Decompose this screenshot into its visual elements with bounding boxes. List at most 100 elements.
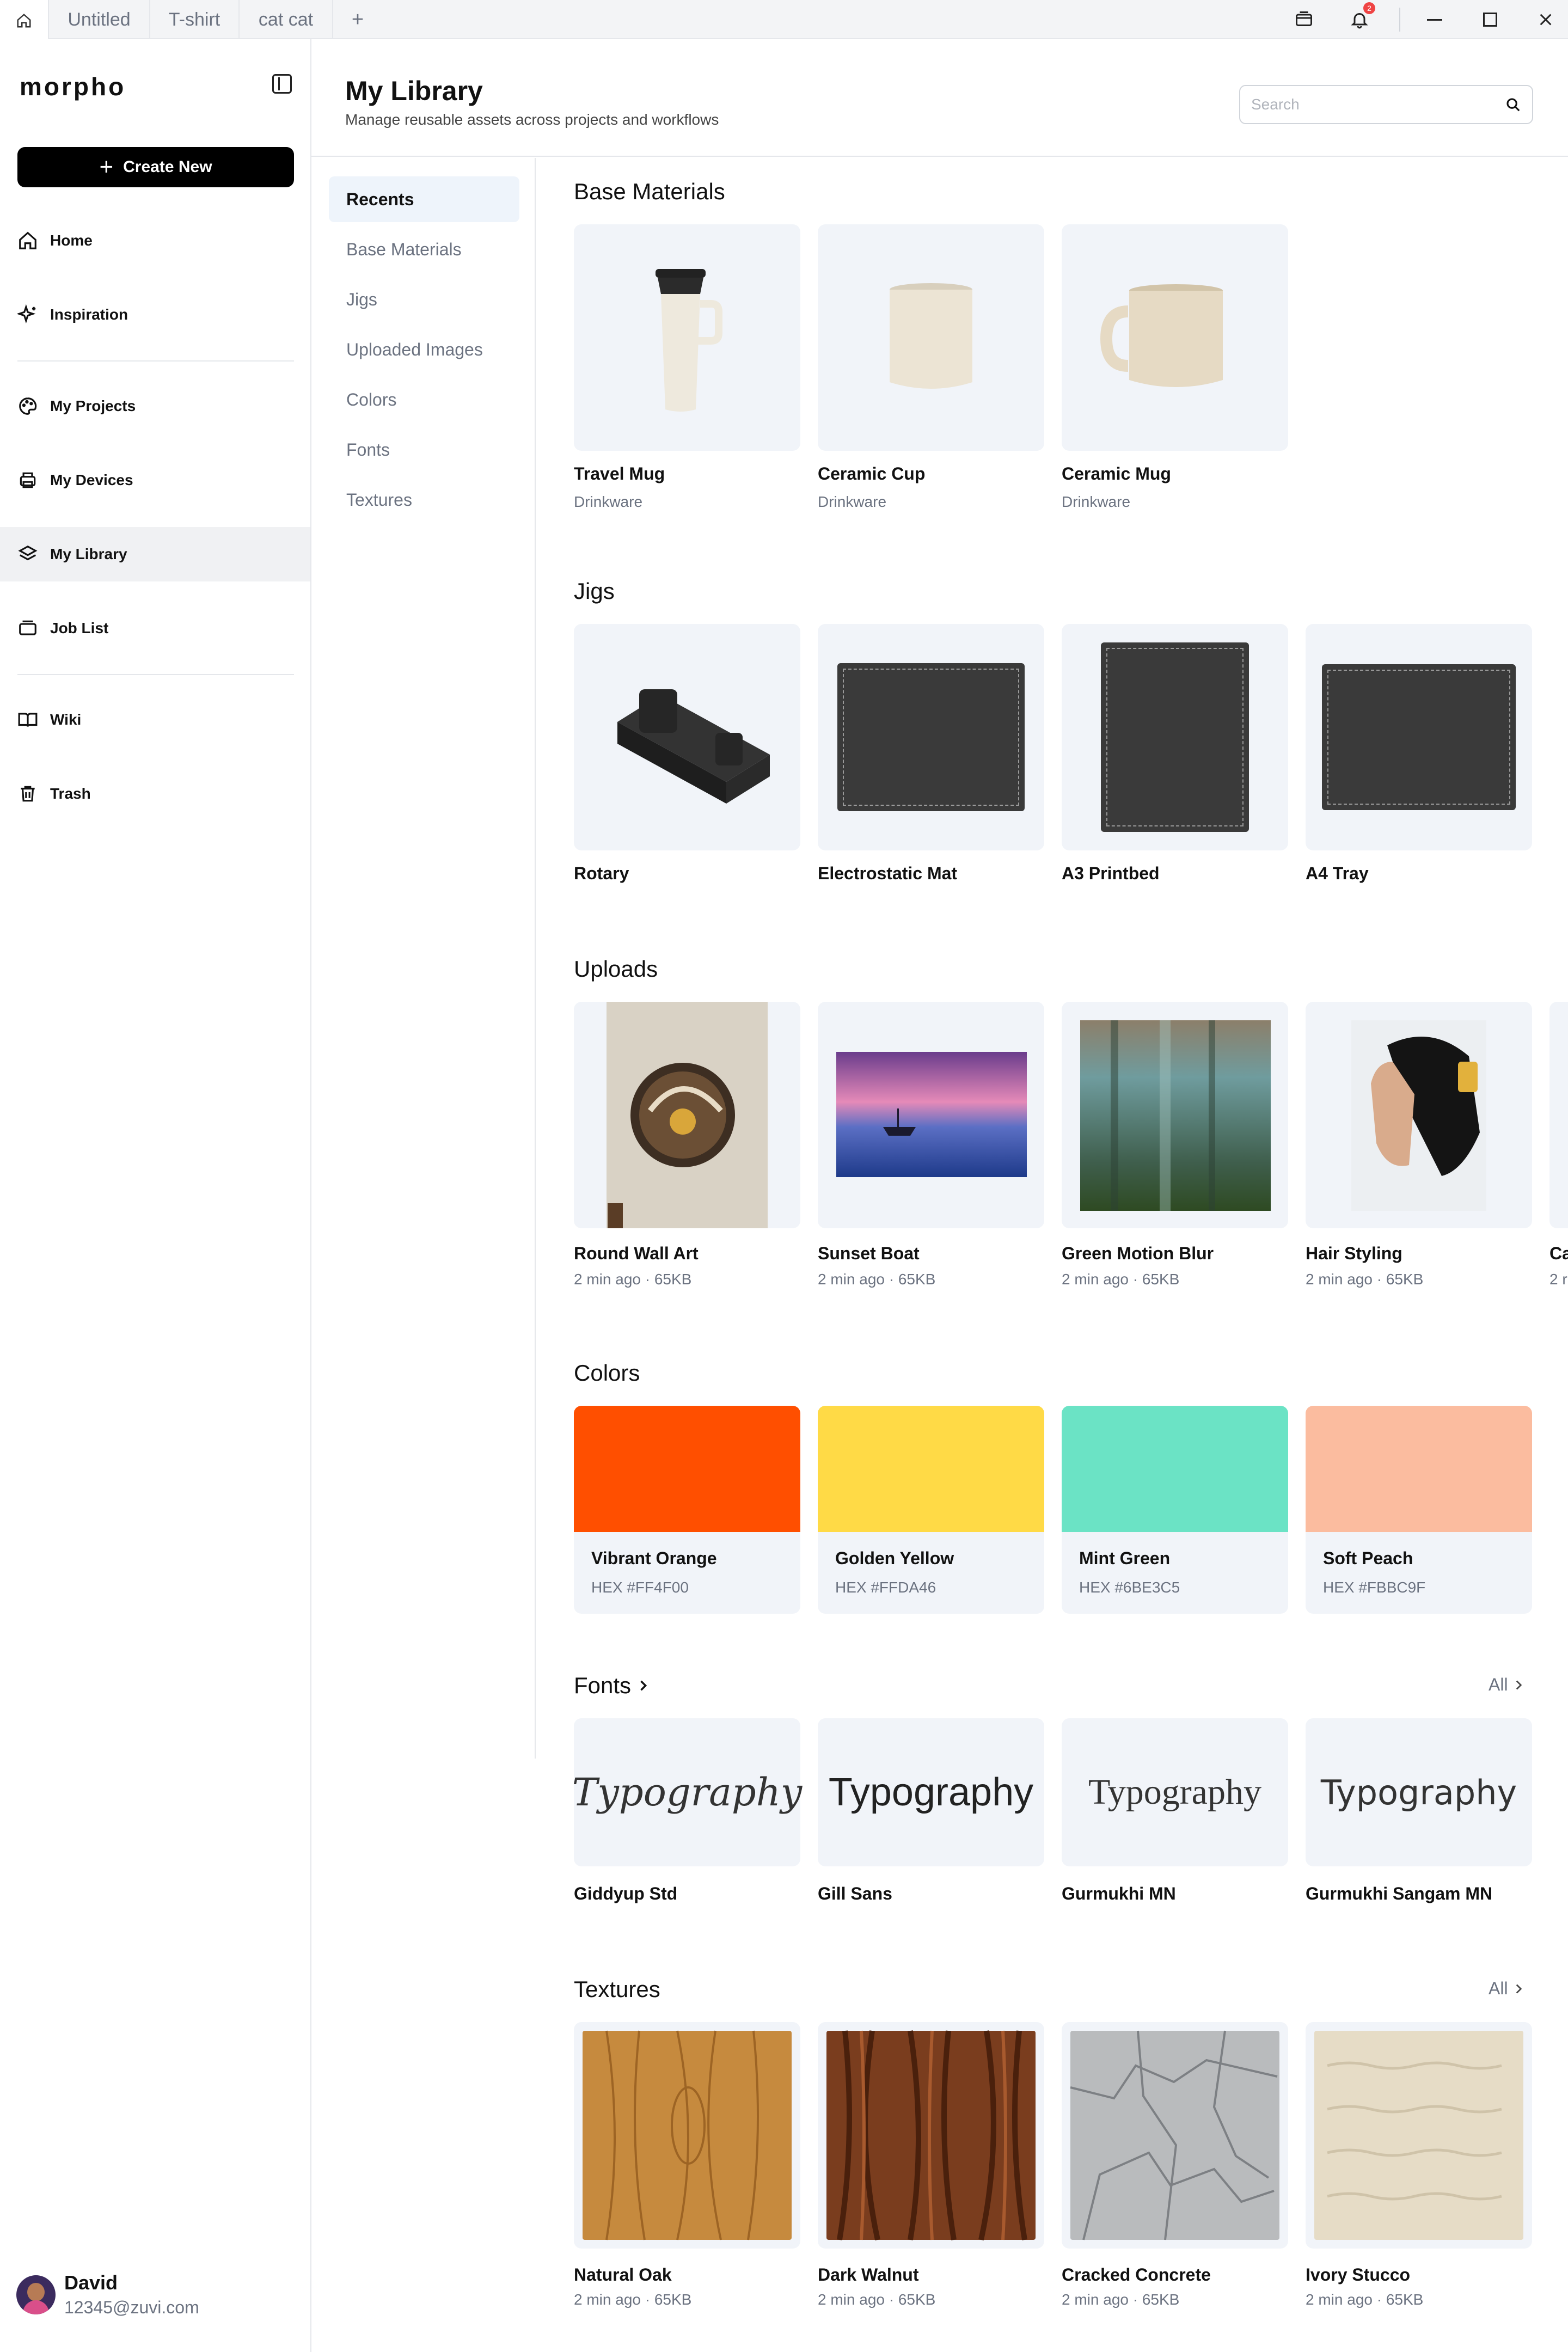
color-name: Golden Yellow [835, 1548, 954, 1568]
plus-icon: + [99, 154, 114, 180]
library-category-nav: Recents Base Materials Jigs Uploaded Ima… [311, 158, 536, 1759]
search-input[interactable]: Search [1239, 85, 1533, 124]
new-tab-button[interactable]: + [333, 0, 382, 39]
font-card-gurmukhi-sangam-mn[interactable]: Typography [1306, 1718, 1532, 1866]
asset-name: Ceramic Mug [1062, 464, 1171, 483]
nav-item-trash[interactable]: Trash [0, 767, 310, 821]
color-card-golden-yellow[interactable]: Golden Yellow HEX #FFDA46 [818, 1406, 1044, 1614]
texture-card-cracked-concrete[interactable] [1062, 2022, 1288, 2249]
notification-bell-icon[interactable]: 2 [1335, 0, 1384, 39]
fonts-title: Fonts [574, 1673, 632, 1698]
device-icon[interactable] [1279, 0, 1328, 39]
asset-card-ceramic-cup[interactable] [818, 224, 1044, 451]
font-card-giddyup-std[interactable]: Typography [572, 1718, 802, 1866]
nav-label: Job List [50, 620, 109, 636]
category-base-materials[interactable]: Base Materials [329, 226, 519, 272]
upload-card-hair-styling[interactable] [1306, 1002, 1532, 1228]
color-hex: HEX #FF4F00 [591, 1579, 689, 1596]
color-hex: HEX #6BE3C5 [1079, 1579, 1180, 1596]
asset-name: Travel Mug [574, 464, 665, 483]
font-card-gill-sans[interactable]: Typography [818, 1718, 1044, 1866]
home-tab[interactable] [0, 0, 49, 39]
electrostatic-mat-image [837, 663, 1025, 811]
user-name: David [64, 2271, 118, 2294]
tab-tshirt[interactable]: T-shirt [150, 0, 240, 39]
nav-item-my-library[interactable]: My Library [0, 527, 310, 581]
color-name: Vibrant Orange [591, 1548, 717, 1568]
font-card-gurmukhi-mn[interactable]: Typography [1062, 1718, 1288, 1866]
upload-card-sunset-boat[interactable] [818, 1002, 1044, 1228]
texture-card-ivory-stucco[interactable] [1306, 2022, 1532, 2249]
asset-card-travel-mug[interactable] [574, 224, 800, 451]
section-title-uploads: Uploads [574, 956, 658, 982]
upload-name: Sunset Boat [818, 1244, 920, 1263]
texture-card-natural-oak[interactable] [574, 2022, 800, 2249]
fonts-all-link[interactable]: All [1489, 1675, 1526, 1695]
asset-card-electrostatic-mat[interactable] [818, 624, 1044, 850]
tab-untitled[interactable]: Untitled [49, 0, 150, 39]
upload-meta: 2 min ago · 65KB [1306, 1271, 1424, 1288]
tab-cat-cat[interactable]: cat cat [240, 0, 333, 39]
upload-meta: 2 min ago · 65KB [574, 1271, 692, 1288]
color-name: Mint Green [1079, 1548, 1171, 1568]
printer-icon [20, 472, 36, 488]
texture-meta: 2 min ago · 65KB [1062, 2291, 1180, 2308]
nav-label: My Library [50, 546, 127, 562]
color-swatch [1306, 1406, 1532, 1532]
asset-card-a3-printbed[interactable] [1062, 624, 1288, 850]
asset-card-ceramic-mug[interactable] [1062, 224, 1288, 451]
tabbar-divider [1399, 8, 1400, 32]
search-placeholder: Search [1251, 96, 1300, 113]
upload-card-green-motion-blur[interactable] [1062, 1002, 1288, 1228]
nav-item-my-devices[interactable]: My Devices [0, 453, 310, 507]
nav-item-inspiration[interactable]: Inspiration [0, 287, 310, 342]
collapse-sidebar-icon[interactable] [272, 74, 292, 94]
maximize-icon[interactable] [1466, 0, 1515, 39]
color-name: Soft Peach [1323, 1548, 1413, 1568]
asset-name: A4 Tray [1306, 863, 1369, 883]
chevron-right-icon [1516, 1983, 1522, 1994]
upload-name: Ca [1549, 1244, 1568, 1263]
color-card-mint-green[interactable]: Mint Green HEX #6BE3C5 [1062, 1406, 1288, 1614]
category-recents[interactable]: Recents [329, 176, 519, 222]
page-title: My Library [345, 76, 483, 106]
asset-card-rotary[interactable] [574, 624, 800, 850]
color-hex: HEX #FFDA46 [835, 1579, 936, 1596]
color-swatch [574, 1406, 800, 1532]
category-jigs[interactable]: Jigs [329, 277, 519, 322]
page-header: My Library Manage reusable assets across… [311, 39, 1568, 157]
upload-card-round-wall-art[interactable] [574, 1002, 800, 1228]
color-card-vibrant-orange[interactable]: Vibrant Orange HEX #FF4F00 [574, 1406, 800, 1614]
category-textures[interactable]: Textures [329, 477, 519, 523]
app-window: { "tabs":["Untitled","T-shirt","cat cat"… [0, 0, 1568, 2352]
section-title-fonts[interactable]: Fonts [574, 1673, 651, 1699]
page-subtitle: Manage reusable assets across projects a… [345, 111, 719, 128]
upload-meta: 2 min ago · 65KB [818, 1271, 936, 1288]
section-title-colors: Colors [574, 1360, 640, 1386]
tab-bar: Untitled T-shirt cat cat + 2 [0, 0, 1568, 39]
texture-name: Ivory Stucco [1306, 2265, 1411, 2284]
nav-item-job-list[interactable]: Job List [0, 601, 310, 656]
category-colors[interactable]: Colors [329, 377, 519, 422]
nav-label: My Devices [50, 471, 133, 488]
texture-card-dark-walnut[interactable] [818, 2022, 1044, 2249]
green-motion-blur-image [1080, 1020, 1271, 1211]
user-profile[interactable]: David 12345@zuvi.com [16, 2271, 199, 2318]
category-uploaded-images[interactable]: Uploaded Images [329, 327, 519, 372]
asset-name: Rotary [574, 863, 629, 883]
ivory-stucco-texture [1314, 2031, 1523, 2240]
book-open-icon [18, 713, 38, 727]
color-card-soft-peach[interactable]: Soft Peach HEX #FBBC9F [1306, 1406, 1532, 1614]
create-new-button[interactable]: + Create New [17, 147, 294, 187]
nav-item-my-projects[interactable]: My Projects [0, 379, 310, 433]
font-name: Gill Sans [818, 1884, 892, 1903]
textures-all-link[interactable]: All [1489, 1979, 1526, 1999]
nav-item-wiki[interactable]: Wiki [0, 693, 310, 747]
nav-item-home[interactable]: Home [0, 213, 310, 268]
upload-card-partial[interactable] [1549, 1002, 1568, 1228]
asset-card-a4-tray[interactable] [1306, 624, 1532, 850]
close-icon[interactable] [1521, 0, 1568, 39]
minimize-icon[interactable] [1410, 0, 1459, 39]
font-name: Gurmukhi MN [1062, 1884, 1176, 1903]
category-fonts[interactable]: Fonts [329, 427, 519, 473]
